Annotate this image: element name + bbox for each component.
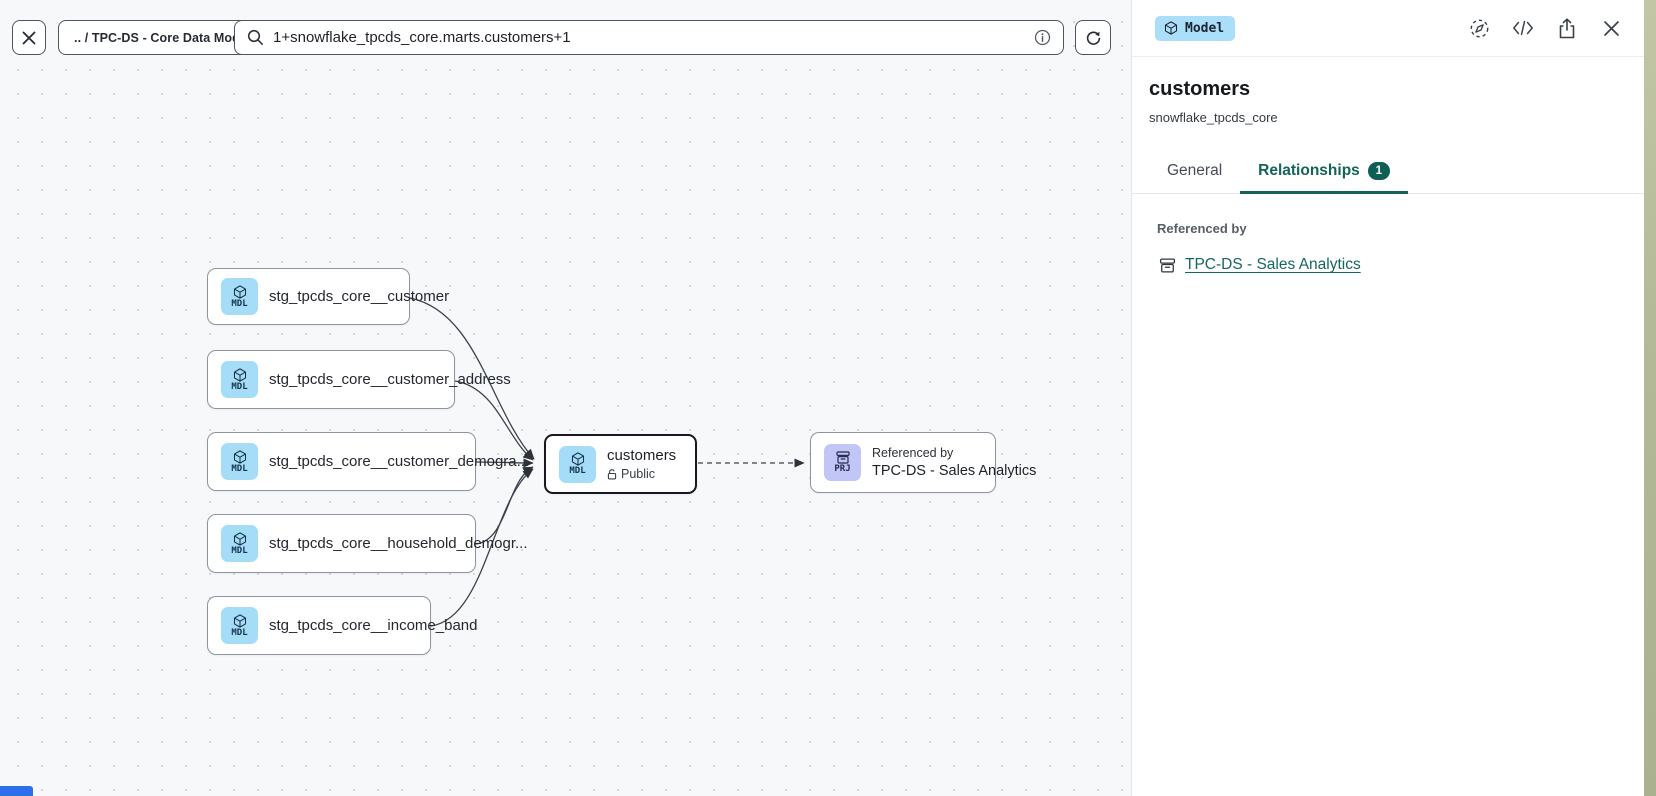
node-label: stg_tpcds_core__customer — [269, 288, 449, 305]
close-panel-button[interactable] — [1600, 17, 1622, 39]
panel-header: Model — [1132, 0, 1644, 57]
tab-general[interactable]: General — [1149, 152, 1240, 193]
model-chip: MDL — [559, 446, 596, 483]
explore-lineage-button[interactable] — [1468, 17, 1490, 39]
node-stg-tpcds-core-customer-demographics[interactable]: MDL stg_tpcds_core__customer_demogra... — [207, 432, 476, 491]
model-chip: MDL — [221, 278, 258, 315]
share-icon — [1558, 18, 1576, 39]
archive-icon — [1159, 258, 1176, 273]
node-label: stg_tpcds_core__income_band — [269, 617, 477, 634]
code-icon — [1512, 20, 1534, 36]
close-icon — [22, 31, 36, 45]
model-details-panel: Model customers snowflake_tpcds_core Gen… — [1131, 0, 1644, 796]
tab-label: Relationships — [1258, 162, 1360, 180]
cube-icon — [233, 614, 247, 628]
info-icon[interactable] — [1034, 29, 1051, 46]
view-code-button[interactable] — [1512, 17, 1534, 39]
referenced-project-link[interactable]: TPC-DS - Sales Analytics — [1185, 256, 1361, 274]
canvas-control-fragment — [0, 786, 33, 796]
node-customers-selected[interactable]: MDL customers Public — [544, 434, 697, 494]
edge-household-demographics — [476, 467, 533, 544]
chip-label: MDL — [231, 546, 247, 556]
compass-icon — [1469, 18, 1490, 39]
search-input[interactable] — [273, 29, 1025, 46]
node-stg-tpcds-core-income-band[interactable]: MDL stg_tpcds_core__income_band — [207, 596, 431, 655]
panel-tabs: General Relationships 1 — [1132, 152, 1644, 194]
unlock-icon — [607, 469, 617, 480]
node-label: stg_tpcds_core__household_demogr... — [269, 535, 528, 552]
node-stg-tpcds-core-customer[interactable]: MDL stg_tpcds_core__customer — [207, 268, 410, 325]
node-stg-tpcds-core-household-demographics[interactable]: MDL stg_tpcds_core__household_demogr... — [207, 514, 476, 573]
lineage-edges — [0, 0, 1131, 796]
cube-icon — [571, 452, 585, 466]
cube-icon — [233, 368, 247, 382]
model-chip: MDL — [221, 607, 258, 644]
refresh-icon — [1085, 29, 1102, 46]
lineage-canvas[interactable]: .. / TPC-DS - Core Data Models MDL stg_t… — [0, 0, 1131, 796]
chip-label: PRJ — [834, 464, 850, 474]
node-stg-tpcds-core-customer-address[interactable]: MDL stg_tpcds_core__customer_address — [207, 350, 455, 409]
archive-icon — [836, 451, 850, 464]
cube-icon — [233, 450, 247, 464]
cube-icon — [233, 532, 247, 546]
chip-label: MDL — [231, 299, 247, 309]
desktop-wallpaper-edge — [1644, 0, 1656, 796]
model-chip: MDL — [221, 361, 258, 398]
page-title: customers — [1149, 78, 1644, 101]
cube-icon — [1164, 21, 1178, 35]
visibility-label: Public — [621, 467, 655, 481]
tab-relationships[interactable]: Relationships 1 — [1240, 152, 1408, 193]
close-lineage-button[interactable] — [12, 20, 46, 55]
node-sublabel: Referenced by — [872, 446, 1036, 460]
refresh-button[interactable] — [1075, 20, 1111, 55]
chip-label: MDL — [231, 628, 247, 638]
model-chip: MDL — [221, 443, 258, 480]
node-label: stg_tpcds_core__customer_address — [269, 371, 511, 388]
referenced-by-heading: Referenced by — [1157, 221, 1644, 236]
node-label: TPC-DS - Sales Analytics — [872, 463, 1036, 479]
chip-label: MDL — [569, 466, 585, 476]
project-chip: PRJ — [824, 444, 861, 481]
chip-label: MDL — [231, 464, 247, 474]
share-button[interactable] — [1556, 17, 1578, 39]
model-type-badge: Model — [1155, 16, 1235, 41]
referenced-project-row[interactable]: TPC-DS - Sales Analytics — [1159, 256, 1644, 274]
model-chip: MDL — [221, 525, 258, 562]
node-label: customers — [607, 447, 676, 464]
node-label: stg_tpcds_core__customer_demogra... — [269, 453, 529, 470]
schema-name: snowflake_tpcds_core — [1149, 110, 1644, 125]
lineage-search[interactable] — [234, 20, 1064, 55]
tab-label: General — [1167, 162, 1222, 180]
cube-icon — [233, 285, 247, 299]
breadcrumb-label: .. / TPC-DS - Core Data Models — [74, 31, 258, 45]
model-type-label: Model — [1185, 21, 1224, 36]
search-icon — [247, 29, 264, 46]
close-icon — [1603, 20, 1620, 37]
chip-label: MDL — [231, 382, 247, 392]
node-referenced-by-project[interactable]: PRJ Referenced by TPC-DS - Sales Analyti… — [810, 432, 996, 493]
relationships-count-badge: 1 — [1368, 162, 1390, 180]
